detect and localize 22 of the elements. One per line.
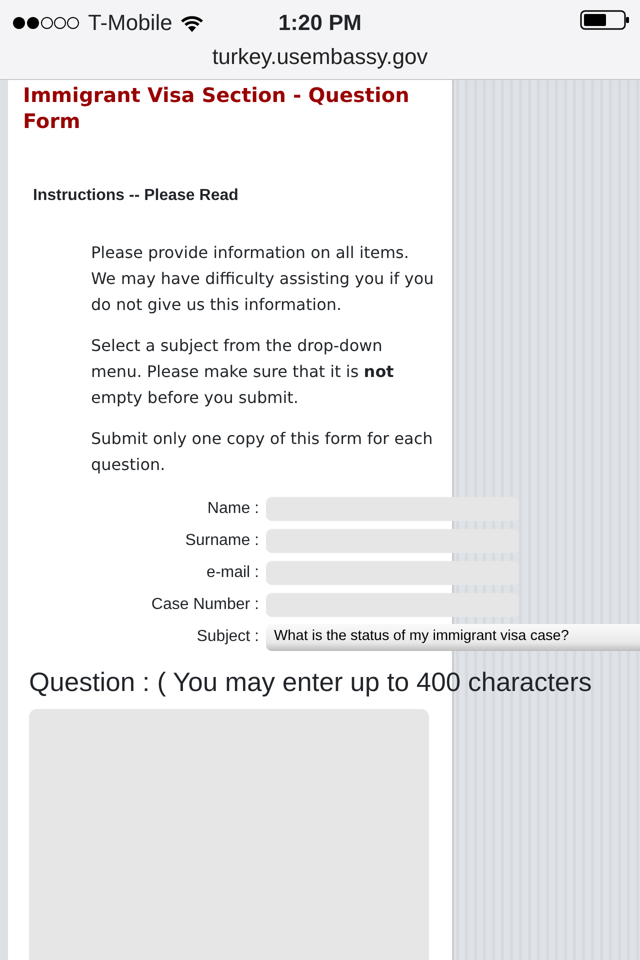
text-field[interactable] [266, 561, 519, 585]
carrier-name: T-Mobile [88, 9, 172, 37]
instructions-heading: Instructions -- Please Read [33, 186, 238, 206]
instruction-paragraph: Please provide information on all items. We may have difficulty assisting you if you do not give us this information. [91, 242, 435, 316]
battery-icon [580, 10, 630, 30]
text-field[interactable] [266, 593, 519, 617]
text-field[interactable] [266, 497, 519, 521]
instruction-paragraph: Submit only one copy of this form for each question. [91, 428, 434, 476]
field-label: Subject : [196, 628, 259, 645]
field-label: Case Number : [151, 596, 259, 613]
clock-time: 1:20 PM [278, 9, 362, 37]
field-label: e-mail : [206, 564, 259, 581]
text-field[interactable] [266, 529, 519, 553]
wifi-icon [180, 14, 204, 32]
subject-dropdown[interactable]: What is the status of my immigrant visa case? [266, 624, 640, 650]
page-title: Immigrant Visa Section - Question Form [23, 82, 410, 134]
question-label: Question : ( You may enter up to 400 characters [29, 666, 592, 699]
instruction-paragraph: Select a subject from the drop-down menu. Please make sure that it is not empty before you submit. [91, 335, 395, 409]
field-label: Name : [207, 500, 259, 517]
field-label: Surname : [185, 532, 259, 549]
question-field[interactable] [29, 708, 429, 960]
signal-icon [12, 16, 80, 30]
